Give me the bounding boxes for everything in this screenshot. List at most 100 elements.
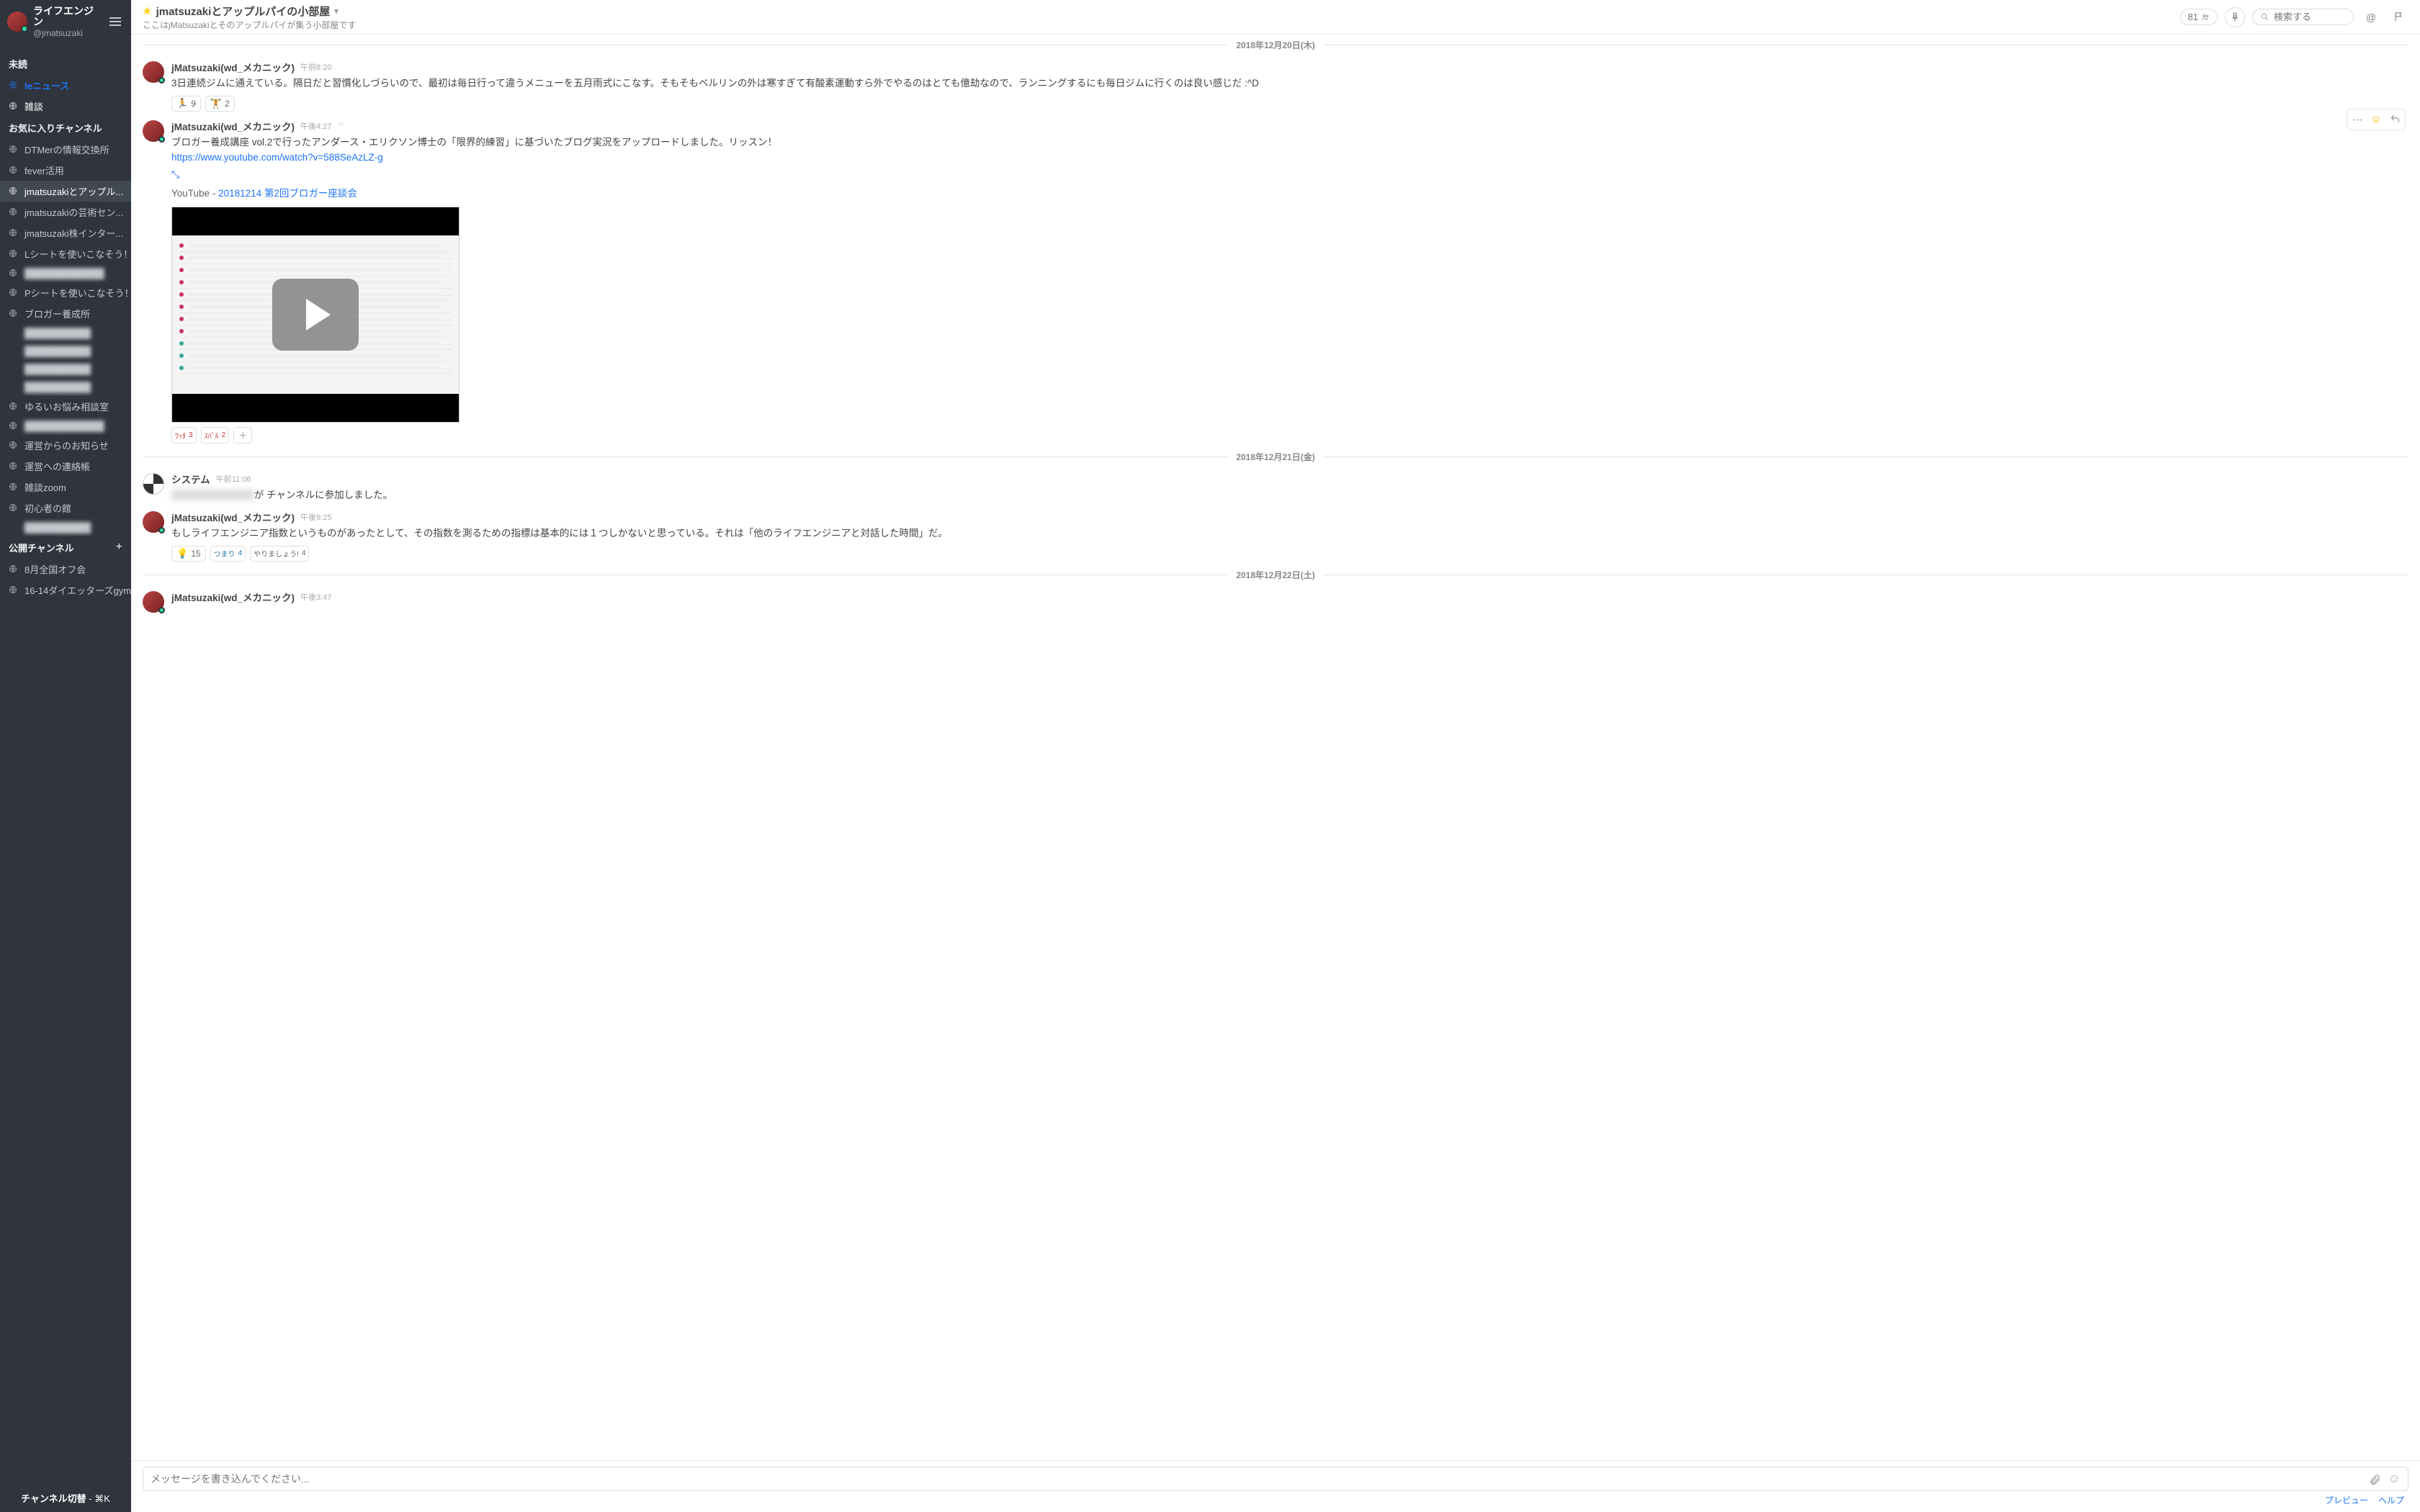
message-username: システム [171,472,210,486]
channel-item[interactable]: ブロガー養成所 [0,303,131,324]
help-link[interactable]: ヘルプ [2378,1494,2404,1506]
section-title: お気に入りチャンネル [0,117,131,139]
date-divider: 2018年12月20日(木) [143,39,2408,51]
reaction[interactable]: ｽﾊﾞﾙ 2 [201,427,230,444]
channel-label: ブロガー養成所 [24,307,90,320]
mentions-icon[interactable]: @ [2361,7,2381,27]
globe-icon [9,102,19,110]
attachment: YouTube - 20181214 第2回ブロガー座談会 … … … … … … [171,185,2408,423]
chevron-down-icon[interactable]: ▾ [334,6,339,16]
message-list[interactable]: 2018年12月20日(木) jMatsuzaki(wd_メカニック) 午前8:… [131,35,2420,1460]
workspace-header[interactable]: ライフエンジン @jmatsuzaki [0,0,131,44]
channel-label: fever活用 [24,163,64,177]
channel-item[interactable]: ████████████ [0,264,131,282]
channel-label: ████████████ [24,420,104,431]
workspace-avatar[interactable] [7,12,27,32]
reply-icon[interactable] [2386,111,2403,128]
message-username[interactable]: jMatsuzaki(wd_メカニック) [171,60,295,74]
system-avatar [143,473,164,495]
user-avatar[interactable] [143,511,164,533]
message-username[interactable]: jMatsuzaki(wd_メカニック) [171,119,295,133]
globe-icon [9,441,19,449]
channel-item[interactable]: 初心者の館 [0,498,131,518]
channel-label: 運営からのお知らせ [24,438,109,452]
reaction[interactable]: 🏃9 [171,96,201,112]
users-icon [2201,13,2210,22]
channel-item[interactable]: Lシートを使いこなそう！ [0,243,131,264]
message-text: ブロガー養成講座 vol.2で行ったアンダース・エリクソン博士の「限界的練習」に… [171,135,2408,166]
channel-item[interactable]: 8月全国オフ会 [0,559,131,580]
menu-icon[interactable] [107,12,124,31]
channel-label: Pシートを使いこなそう！ [24,286,131,300]
globe-icon [9,585,19,594]
pin-icon[interactable] [2225,7,2245,27]
attach-icon[interactable] [2369,1473,2381,1485]
reaction[interactable]: つまり 4 [210,546,246,562]
channel-item[interactable]: 運営への連絡帳 [0,456,131,477]
channel-label: ████████████ [24,268,104,279]
channel-item[interactable]: ゆるいお悩み相談室 [0,396,131,417]
user-avatar[interactable] [143,591,164,613]
channel-switcher[interactable]: チャンネル切替 - ⌘K [0,1484,131,1512]
reaction[interactable]: やりましょう! 4 [250,546,309,562]
add-reaction-button[interactable]: ＋ [233,427,252,444]
globe-icon [9,503,19,512]
channel-item[interactable]: ██████████ [0,342,131,360]
channel-item[interactable]: ██████████ [0,324,131,342]
more-icon[interactable]: ⋯ [2349,111,2366,128]
message: jMatsuzaki(wd_メカニック) 午後9:25 もしライフエンジニア指数… [143,505,2408,564]
message-time: 午後4:27 [300,120,331,132]
attachment-title[interactable]: 20181214 第2回ブロガー座談会 [218,188,357,199]
message: jMatsuzaki(wd_メカニック) 午後3:47 [143,585,2408,616]
video-thumbnail[interactable]: … … … … … … … … … … … [171,207,460,423]
message-input[interactable] [151,1473,2362,1485]
user-avatar[interactable] [143,120,164,142]
message-username[interactable]: jMatsuzaki(wd_メカニック) [171,510,295,524]
flag-icon[interactable] [2388,7,2408,27]
message-link[interactable]: https://www.youtube.com/watch?v=588SeAzL… [171,152,383,163]
channel-item[interactable]: jmatsuzakiとアップル... [0,181,131,202]
channel-label: ██████████ [24,346,91,356]
message-text: もしライフエンジニア指数というものがあったとして、その指数を測るための指標は基本… [171,526,2408,541]
add-channel-icon[interactable]: + [116,541,122,554]
channel-item[interactable]: 雑談zoom [0,477,131,498]
channel-item[interactable]: jmatsuzaki株インター... [0,222,131,243]
search-input[interactable] [2274,12,2346,22]
globe-icon [9,249,19,258]
channel-list[interactable]: 未読leニュース雑談お気に入りチャンネルDTMerの情報交換所fever活用jm… [0,44,131,1484]
reaction[interactable]: 🏋️2 [205,96,235,112]
channel-item[interactable]: 16-14ダイエッターズgym [0,580,131,600]
sidebar: ライフエンジン @jmatsuzaki 未読leニュース雑談お気に入りチャンネル… [0,0,131,1512]
channel-label: jmatsuzakiの芸術セン... [24,205,123,219]
channel-item[interactable]: ██████████ [0,360,131,378]
channel-item[interactable]: ████████████ [0,417,131,435]
reaction[interactable]: 💡15 [171,546,206,562]
message-time: 午前11:06 [216,473,251,485]
search-box[interactable] [2252,9,2354,25]
globe-icon [9,462,19,470]
user-avatar[interactable] [143,61,164,83]
emoji-icon[interactable]: ☺ [2367,111,2385,128]
reaction[interactable]: ﾜｯﾀ 3 [171,427,197,444]
star-icon[interactable]: ★ [143,5,152,17]
emoji-picker-icon[interactable]: ☺ [2388,1472,2401,1486]
channel-item[interactable]: jmatsuzakiの芸術セン... [0,202,131,222]
channel-item[interactable]: 雑談 [0,96,131,117]
channel-item[interactable]: DTMerの情報交換所 [0,139,131,160]
preview-link[interactable]: プレビュー [2325,1494,2368,1506]
section-title: 公開チャンネル+ [0,536,131,559]
reactions: 🏃9 🏋️2 [171,96,2408,112]
workspace-handle: @jmatsuzaki [33,28,101,38]
play-button[interactable] [172,207,459,422]
message-username[interactable]: jMatsuzaki(wd_メカニック) [171,590,295,604]
channel-item[interactable]: ██████████ [0,378,131,396]
member-count-button[interactable]: 81 [2180,9,2218,25]
channel-item[interactable]: Pシートを使いこなそう！ [0,282,131,303]
channel-item[interactable]: leニュース [0,75,131,96]
channel-label: 雑談 [24,99,43,113]
collapse-icon[interactable]: ⤡ [171,168,179,181]
channel-item[interactable]: ██████████ [0,518,131,536]
channel-item[interactable]: fever活用 [0,160,131,181]
channel-item[interactable]: 運営からのお知らせ [0,435,131,456]
message-text: 3日連続ジムに通えている。隔日だと習慣化しづらいので、最初は毎日行って違うメニュ… [171,76,2408,91]
